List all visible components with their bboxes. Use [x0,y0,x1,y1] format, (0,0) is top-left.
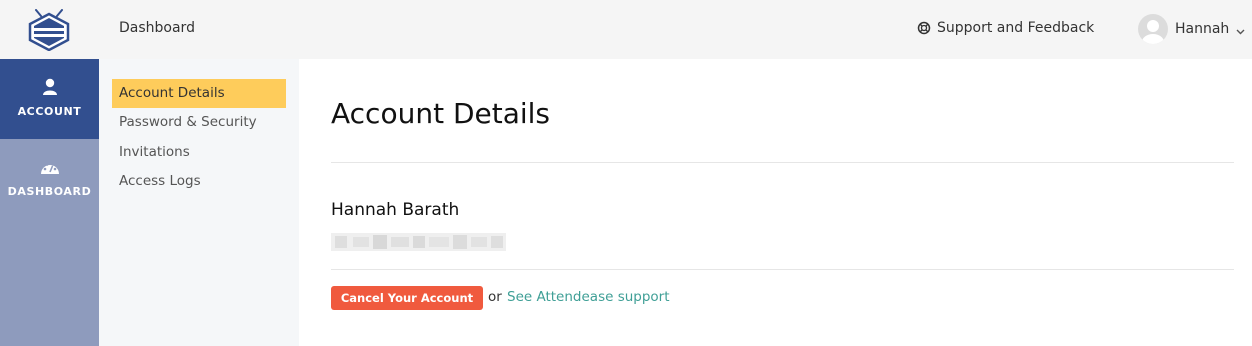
chevron-down-icon [1236,20,1245,39]
account-full-name: Hannah Barath [331,200,460,220]
lifebuoy-icon [917,21,931,35]
user-name: Hannah [1175,21,1230,37]
main-content: Account Details Hannah Barath Cancel You… [299,59,1252,346]
support-feedback-link[interactable]: Support and Feedback [917,20,1094,36]
user-icon [42,77,58,97]
attendease-support-link[interactable]: See Attendease support [507,289,670,305]
bee-logo-icon[interactable] [26,9,72,52]
or-text: or [488,289,502,305]
divider [331,269,1234,270]
subnav-item-password-security[interactable]: Password & Security [112,108,286,137]
account-subnav: Account Details Password & Security Invi… [99,59,299,346]
subnav-item-access-logs[interactable]: Access Logs [112,167,286,196]
sidebar-item-account[interactable]: ACCOUNT [0,59,99,139]
top-bar: Dashboard Support and Feedback Hannah [0,0,1252,59]
page-title: Account Details [331,97,551,130]
avatar [1138,14,1168,44]
sidebar-item-label: ACCOUNT [17,105,82,118]
main-sidebar: ACCOUNT DASHBOARD [0,59,99,346]
gauge-icon [39,157,61,177]
page-breadcrumb: Dashboard [119,20,195,36]
divider [331,162,1234,163]
sidebar-item-dashboard[interactable]: DASHBOARD [0,139,99,219]
support-label: Support and Feedback [937,20,1095,36]
sidebar-item-label: DASHBOARD [7,185,92,198]
cancel-account-button[interactable]: Cancel Your Account [331,286,483,310]
redacted-email [331,233,506,251]
subnav-item-account-details[interactable]: Account Details [112,79,286,108]
subnav-item-invitations[interactable]: Invitations [112,138,286,167]
user-menu[interactable]: Hannah [1138,14,1245,44]
